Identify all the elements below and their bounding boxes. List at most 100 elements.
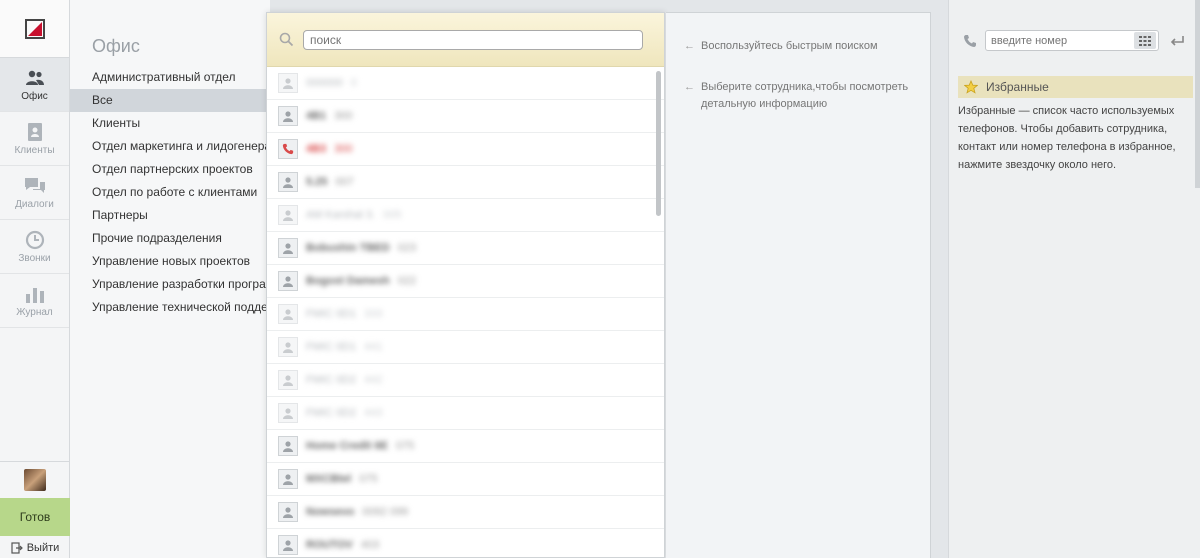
employee-name: FMIC 0D2 (306, 407, 357, 419)
department-item[interactable]: Административный отдел (70, 66, 270, 89)
nav-item-0[interactable]: Офис (0, 58, 69, 112)
phone-number-field[interactable] (985, 30, 1159, 51)
department-item[interactable]: Прочие подразделения (70, 227, 270, 250)
nav-item-label: Офис (21, 90, 48, 102)
list-scrollbar[interactable] (656, 71, 661, 216)
employee-row[interactable]: AM Karshal 3. 005 (267, 199, 664, 232)
department-item[interactable]: Отдел партнерских проектов (70, 158, 270, 181)
person-icon (278, 502, 298, 522)
search-icon (277, 31, 295, 49)
nav-item-label: Клиенты (14, 144, 55, 156)
employee-extension: 442 (364, 374, 383, 386)
employee-row[interactable]: 4B3 300 (267, 133, 664, 166)
department-item[interactable]: Все (70, 89, 270, 112)
employee-row[interactable]: Nowsevo 0092 099 (267, 496, 664, 529)
person-icon (278, 403, 298, 423)
nav-item-3[interactable]: Звонки (0, 220, 69, 274)
page-scrollbar[interactable] (1195, 0, 1200, 188)
person-icon (278, 73, 298, 93)
employee-extension: 300 (334, 143, 353, 155)
search-input[interactable] (303, 29, 643, 50)
detail-panel: ← Воспользуйтесь быстрым поиском ← Выбер… (666, 12, 931, 558)
employee-row[interactable]: MXCBtel 075 (267, 463, 664, 496)
dialer-panel: Избранные Избранные — список часто испол… (948, 0, 1200, 558)
chat-bubbles-icon (24, 176, 46, 196)
keypad-icon[interactable] (1134, 32, 1156, 49)
arrow-left-icon: ← (684, 40, 695, 52)
nav-item-4[interactable]: Журнал (0, 274, 69, 328)
person-icon (278, 205, 298, 225)
employee-row[interactable]: 4B1 300 (267, 100, 664, 133)
employee-extension: 023 (397, 242, 417, 254)
employee-row[interactable]: Home Credit 6E 075 (267, 430, 664, 463)
employee-row[interactable]: 000000 0 (267, 67, 664, 100)
employee-extension: 007 (335, 176, 354, 188)
person-icon (278, 238, 298, 258)
user-avatar-cell[interactable] (0, 461, 70, 498)
employee-name: AM Karshal 3. (306, 209, 376, 221)
nav-item-label: Звонки (18, 252, 51, 264)
favorites-header[interactable]: Избранные (958, 76, 1193, 98)
employee-extension: 005 (383, 209, 402, 221)
phone-number-input[interactable] (986, 31, 1126, 50)
logo-icon (24, 18, 45, 39)
nav-item-label: Журнал (16, 306, 53, 318)
employee-row[interactable]: FMIC 0D1 333 (267, 298, 664, 331)
department-list: Административный отдел Все Клиенты Отдел ма… (70, 66, 270, 319)
employee-extension: 075 (359, 473, 378, 485)
hint-search: ← Воспользуйтесь быстрым поиском (684, 38, 878, 55)
employee-row[interactable]: Bobushin TBED 023 (267, 232, 664, 265)
employee-row[interactable]: FMIC 0D2 443 (267, 397, 664, 430)
employee-name: 000000 (306, 77, 343, 89)
department-item[interactable]: Управление новых проектов (70, 250, 270, 273)
logout-icon (11, 542, 23, 554)
employee-row[interactable]: FMIC 0D2 442 (267, 364, 664, 397)
logout-button[interactable]: Выйти (0, 538, 70, 558)
hint-select: ← Выберите сотрудника,чтобы посмотреть д… (684, 79, 924, 113)
department-item[interactable]: Управление разработки программного обесп… (70, 273, 270, 296)
employee-extension: 075 (395, 440, 415, 452)
employee-row[interactable]: ROUTOV 403 (267, 529, 664, 557)
arrow-left-icon: ← (684, 81, 695, 93)
nav-item-1[interactable]: Клиенты (0, 112, 69, 166)
contacts-book-icon (24, 122, 46, 142)
logout-label: Выйти (26, 542, 60, 554)
employee-extension: 0092 099 (362, 506, 409, 518)
employee-name: Bogost Damesh (306, 275, 390, 287)
employee-extension: 443 (364, 407, 383, 419)
avatar[interactable] (24, 469, 46, 491)
person-icon (278, 106, 298, 126)
department-item[interactable]: Клиенты (70, 112, 270, 135)
person-icon (278, 370, 298, 390)
nav-item-2[interactable]: Диалоги (0, 166, 69, 220)
person-icon (278, 271, 298, 291)
favorites-description: Избранные — список часто используемых те… (958, 105, 1176, 171)
person-icon (278, 337, 298, 357)
employee-row[interactable]: 5.25 007 (267, 166, 664, 199)
employee-name: Home Credit 6E (306, 440, 388, 452)
call-enter-icon[interactable] (1167, 31, 1187, 51)
clock-icon (24, 230, 46, 250)
department-item[interactable]: Отдел маркетинга и лидогенерации (70, 135, 270, 158)
people-icon (24, 68, 46, 88)
person-icon (278, 436, 298, 456)
left-navigation: Офис Клиенты Диалоги Звонки Журнал Готов Вый… (0, 0, 70, 558)
department-item[interactable]: Отдел по работе с клиентами (70, 181, 270, 204)
search-bar (267, 13, 664, 67)
page-title: Офис (92, 36, 140, 56)
status-button[interactable]: Готов (0, 498, 70, 536)
employee-extension: 300 (334, 110, 353, 122)
missed-call-icon (278, 139, 298, 159)
department-item[interactable]: Партнеры (70, 204, 270, 227)
employee-row[interactable]: Bogost Damesh 022 (267, 265, 664, 298)
department-item[interactable]: Управление технической поддержки (70, 296, 270, 319)
employee-name: 5.25 (306, 176, 328, 188)
employee-extension: 333 (364, 308, 383, 320)
department-column: Офис Административный отдел Все Клиенты Отд… (70, 0, 270, 558)
employee-name: FMIC 0D1 (306, 308, 357, 320)
dialer-row (963, 30, 1187, 51)
employee-row[interactable]: FMIC 0D1 441 (267, 331, 664, 364)
hint-search-text: Воспользуйтесь быстрым поиском (701, 40, 878, 52)
status-label: Готов (19, 510, 51, 524)
employee-name: 4B3 (306, 143, 327, 155)
